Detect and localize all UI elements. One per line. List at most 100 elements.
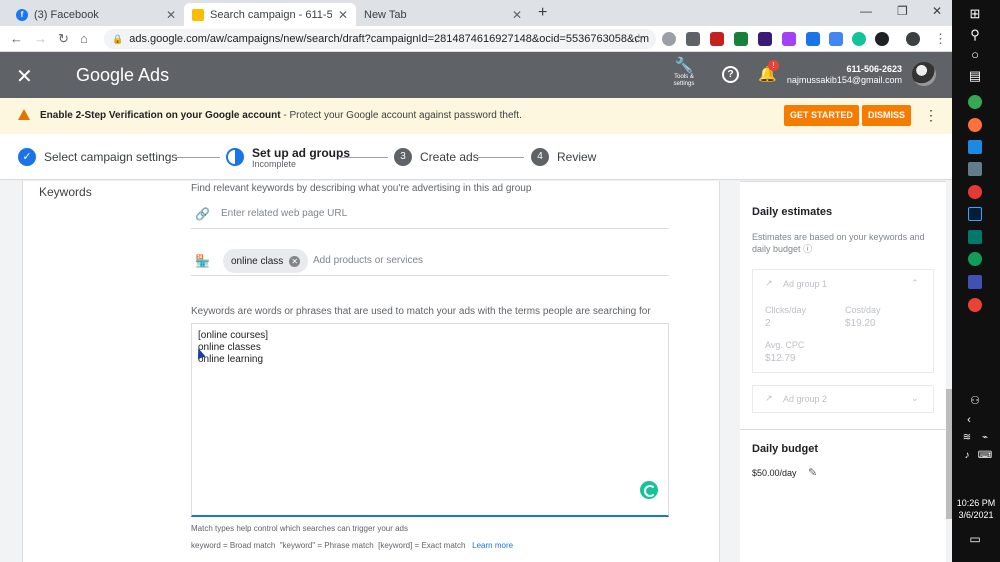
extension-icon[interactable] — [806, 32, 820, 46]
chevron-left-icon[interactable]: ‹ — [960, 414, 978, 426]
chevron-down-icon[interactable]: ⌄ — [911, 393, 919, 404]
alert-text: Enable 2-Step Verification on your Googl… — [40, 110, 522, 121]
cost-value: $19.20 — [845, 318, 876, 329]
app-icon[interactable] — [968, 230, 982, 244]
extension-icon[interactable] — [686, 32, 700, 46]
avatar[interactable] — [912, 62, 936, 86]
extension-icon[interactable] — [782, 32, 796, 46]
tab-title: Search campaign - 611-506-262 — [210, 8, 332, 21]
cost-label: Cost/day — [845, 305, 881, 315]
globe-extension-icon[interactable] — [662, 32, 676, 46]
profile-icon[interactable] — [906, 32, 920, 46]
volume-icon[interactable]: ♪ — [958, 450, 976, 461]
keyboard-icon[interactable]: ⌨ — [976, 450, 994, 461]
products-input[interactable]: Add products or services — [313, 255, 423, 266]
clock-time: 10:26 PM — [956, 498, 996, 508]
learn-more-link[interactable]: Learn more — [472, 541, 513, 550]
store-icon: 🏪 — [195, 254, 210, 268]
grammarly-icon[interactable] — [640, 481, 658, 499]
ad-group-2-estimate[interactable]: ↗ Ad group 2 ⌄ — [752, 385, 934, 413]
bookmark-star-icon[interactable]: ☆ — [633, 31, 645, 47]
back-icon[interactable]: ← — [10, 31, 23, 46]
forward-icon[interactable]: → — [34, 31, 47, 46]
cpc-label: Avg. CPC — [765, 340, 805, 350]
windows-start-icon[interactable]: ⊞ — [966, 6, 984, 22]
daily-budget-title: Daily budget — [752, 443, 819, 455]
estimates-description: Estimates are based on your keywords and… — [752, 231, 938, 255]
ads-header: ✕ Google Ads 🔧 Tools & settings ? 🔔 ! 61… — [0, 52, 952, 98]
remove-chip-icon[interactable]: ✕ — [289, 255, 301, 267]
tab-new-tab[interactable]: New Tab ✕ — [356, 3, 530, 26]
task-view-icon[interactable]: ▤ — [966, 68, 984, 84]
keyword-line: [online courses] — [198, 330, 269, 341]
url-input-row[interactable]: 🔗 Enter related web page URL — [191, 199, 669, 229]
panel-divider — [740, 429, 946, 430]
products-input-row[interactable]: 🏪 online class ✕ Add products or service… — [191, 246, 669, 276]
step-connector — [172, 157, 220, 158]
step-review[interactable]: Review — [557, 150, 596, 164]
chrome-canary-icon[interactable] — [968, 185, 982, 199]
keywords-label: Keywords — [39, 185, 92, 199]
clicks-label: Clicks/day — [765, 305, 807, 315]
edge-icon[interactable] — [968, 252, 982, 266]
dismiss-button[interactable]: DISMISS — [862, 105, 912, 126]
url-input[interactable]: Enter related web page URL — [221, 208, 347, 219]
chrome-icon[interactable] — [968, 95, 982, 109]
restore-icon[interactable]: ❐ — [897, 4, 908, 18]
url-text: ads.google.com/aw/campaigns/new/search/d… — [129, 33, 650, 45]
minimize-icon[interactable]: — — [860, 4, 872, 18]
alert-message: - Protect your Google account against pa… — [280, 110, 522, 121]
info-icon[interactable]: ⓘ — [803, 244, 812, 254]
extension-icon[interactable] — [734, 32, 748, 46]
more-options-icon[interactable]: ⋮ — [924, 107, 938, 124]
notification-badge: ! — [768, 60, 779, 71]
estimates-desc-text: Estimates are based on your keywords and… — [752, 232, 925, 254]
extension-icon[interactable] — [758, 32, 772, 46]
window-close-icon[interactable]: ✕ — [932, 4, 942, 18]
system-clock[interactable]: 10:26 PM 3/6/2021 — [952, 497, 1000, 521]
close-tab-icon[interactable]: ✕ — [166, 8, 176, 22]
home-icon[interactable]: ⌂ — [80, 31, 88, 46]
close-icon[interactable]: ✕ — [16, 64, 33, 89]
monitor-icon[interactable] — [968, 140, 982, 154]
extension-icon[interactable] — [875, 32, 889, 46]
chevron-up-icon[interactable]: ⌃ — [911, 278, 919, 289]
account-info[interactable]: 611-506-2623 najmussakib154@gmail.com — [780, 64, 902, 86]
firefox-icon[interactable] — [968, 118, 982, 132]
tab-facebook[interactable]: f (3) Facebook ✕ — [8, 3, 184, 26]
people-icon[interactable]: ⚇ — [966, 394, 984, 407]
keywords-textarea[interactable]: [online courses] online classes online l… — [191, 323, 669, 517]
extension-icon[interactable] — [829, 32, 843, 46]
chrome-profile-icon[interactable] — [968, 298, 982, 312]
get-started-button[interactable]: GET STARTED — [784, 105, 859, 126]
new-tab-icon[interactable]: + — [538, 4, 547, 22]
url-field[interactable]: 🔒 ads.google.com/aw/campaigns/new/search… — [104, 29, 656, 49]
step-status: Incomplete — [252, 159, 297, 169]
tools-settings-button[interactable]: 🔧 Tools & settings — [668, 58, 700, 88]
close-tab-icon[interactable]: ✕ — [338, 8, 348, 22]
wifi-icon[interactable]: ≋ — [958, 432, 976, 443]
app-icon[interactable] — [968, 275, 982, 289]
notifications-icon[interactable]: 🔔 ! — [758, 60, 779, 83]
chrome-menu-icon[interactable]: ⋮ — [934, 31, 947, 47]
step-set-up-ad-groups[interactable]: Set up ad groups — [252, 146, 350, 160]
reload-icon[interactable]: ↻ — [58, 31, 69, 47]
calculator-icon[interactable] — [968, 162, 982, 176]
main-content: Keywords Find relevant keywords by descr… — [0, 181, 952, 562]
grammarly-icon[interactable] — [852, 32, 866, 46]
step-select-campaign-settings[interactable]: Select campaign settings — [44, 150, 177, 164]
photoshop-icon[interactable] — [968, 207, 982, 221]
cortana-icon[interactable]: ○ — [966, 47, 984, 62]
network-icon[interactable]: ⌁ — [976, 432, 994, 443]
close-tab-icon[interactable]: ✕ — [512, 8, 522, 22]
help-icon[interactable]: ? — [722, 66, 739, 83]
step-create-ads[interactable]: Create ads — [420, 150, 479, 164]
extension-icon[interactable] — [710, 32, 724, 46]
search-icon[interactable]: ⚲ — [966, 27, 984, 43]
chip-label: online class — [231, 255, 284, 267]
keyword-chip[interactable]: online class ✕ — [223, 249, 309, 273]
edit-pencil-icon[interactable]: ✎ — [808, 466, 817, 479]
action-center-icon[interactable]: ▭ — [966, 532, 984, 546]
tab-search-campaign[interactable]: Search campaign - 611-506-262 ✕ — [184, 3, 356, 26]
keywords-card: Keywords Find relevant keywords by descr… — [22, 181, 720, 562]
